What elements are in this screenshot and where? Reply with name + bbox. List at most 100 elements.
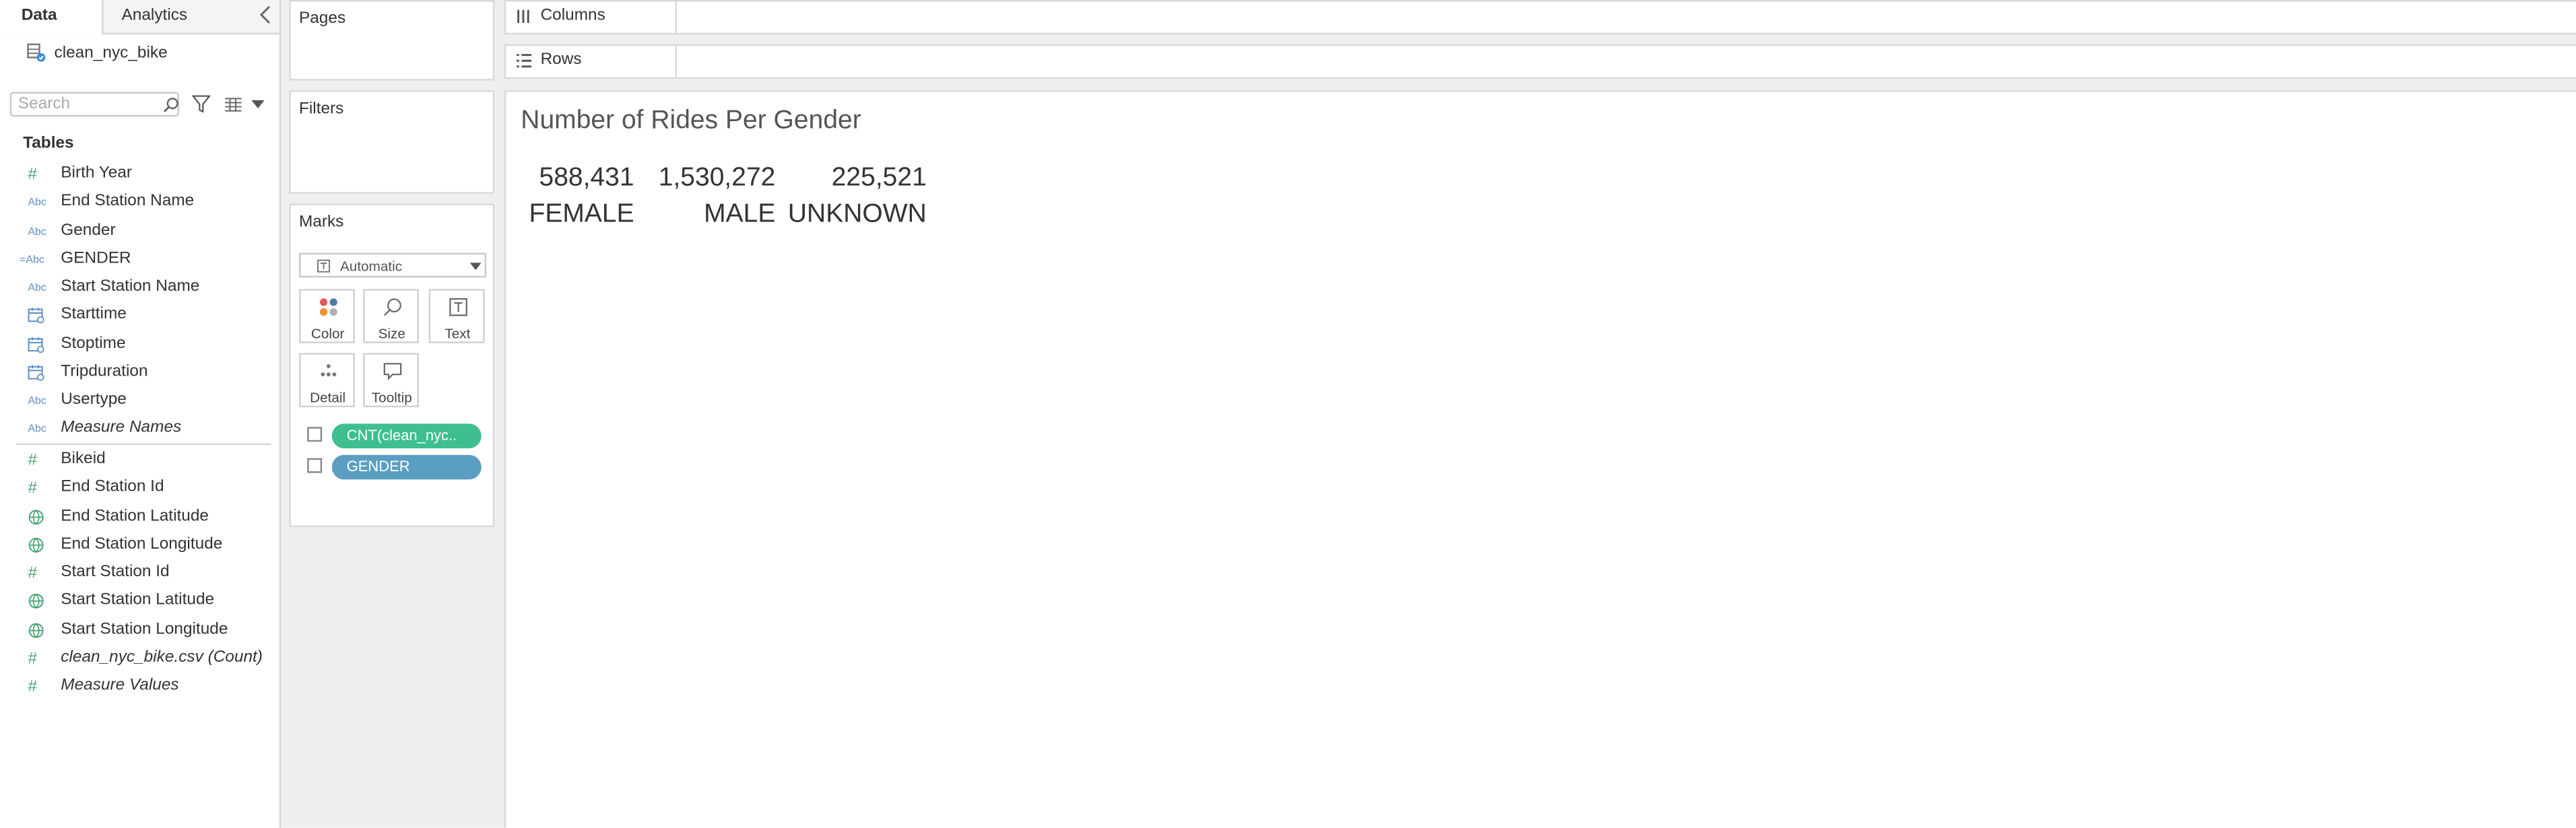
number-icon: #	[28, 166, 38, 184]
field-end-station-id[interactable]: # End Station Id	[0, 475, 271, 503]
field-label: Measure Values	[61, 677, 179, 695]
marks-card-title: Marks	[298, 213, 344, 232]
search-box[interactable]	[9, 92, 179, 117]
value-female[interactable]: 588,431	[529, 164, 634, 194]
data-pane: Data Analytics clean_nyc_bike Tables # Bi…	[0, 0, 282, 828]
color-button[interactable]: Color	[298, 289, 355, 343]
text-icon	[449, 298, 467, 316]
field-clean-nyc-bike-csv-count[interactable]: # clean_nyc_bike.csv (Count)	[0, 645, 271, 672]
calendar-icon	[28, 308, 47, 326]
field-label: End Station Longitude	[61, 534, 223, 553]
field-gender[interactable]: Abc Gender	[0, 217, 271, 245]
field-start-station-longitude[interactable]: Start Station Longitude	[0, 617, 271, 644]
filter-icon[interactable]	[192, 95, 211, 113]
calendar-icon	[28, 364, 47, 382]
string-icon: Abc	[28, 395, 46, 407]
rows-shelf-label-box: Rows	[506, 46, 678, 77]
field-end-station-longitude[interactable]: End Station Longitude	[0, 532, 271, 559]
tooltip-button-label: Tooltip	[371, 389, 412, 406]
search-input[interactable]	[18, 95, 150, 114]
text-button[interactable]: Text	[428, 289, 485, 343]
field-label: Start Station Name	[61, 277, 200, 296]
mark-type-label: Automatic	[339, 257, 403, 275]
field-end-station-latitude[interactable]: End Station Latitude	[0, 504, 271, 531]
field-start-station-name[interactable]: Abc Start Station Name	[0, 274, 271, 302]
color-button-label: Color	[310, 325, 345, 342]
field-label: Start Station Id	[61, 563, 170, 582]
field-start-station-latitude[interactable]: Start Station Latitude	[0, 588, 271, 616]
sheet-title: Number of Rides Per Gender	[521, 106, 861, 135]
field-starttime[interactable]: Starttime	[0, 302, 271, 330]
globe-icon	[28, 537, 47, 555]
field-usertype[interactable]: Abc Usertype	[0, 388, 271, 415]
tooltip-icon	[383, 363, 402, 380]
value-unknown[interactable]: 225,521	[785, 164, 927, 194]
dimension-pill[interactable]: GENDER	[331, 454, 482, 480]
size-icon	[384, 298, 401, 316]
view-toggle-icon[interactable]	[224, 97, 243, 113]
field-label: Bikeid	[61, 450, 106, 469]
mark-type-dropdown[interactable]: Automatic	[298, 252, 487, 278]
number-icon: #	[28, 479, 38, 498]
field-label: Tripduration	[61, 362, 148, 381]
chevron-down-icon[interactable]	[251, 100, 265, 110]
number-icon: #	[28, 565, 38, 583]
field-birth-year[interactable]: # Birth Year	[0, 161, 271, 188]
globe-icon	[28, 621, 47, 640]
tooltip-button[interactable]: Tooltip	[363, 353, 420, 407]
field-tripduration[interactable]: Tripduration	[0, 359, 271, 387]
filters-card[interactable]: Filters	[289, 90, 495, 194]
field-label: End Station Latitude	[61, 506, 209, 525]
pages-card-title: Pages	[298, 9, 346, 28]
columns-shelf-label: Columns	[540, 6, 605, 25]
string-icon: Abc	[28, 423, 46, 436]
field-label: Gender	[61, 221, 116, 239]
label-female: FEMALE	[529, 200, 634, 229]
field-label: End Station Id	[61, 478, 164, 497]
text-mark-icon	[307, 427, 323, 442]
detail-button-label: Detail	[310, 389, 346, 406]
string-icon: Abc	[28, 197, 46, 209]
field-stoptime[interactable]: Stoptime	[0, 331, 271, 359]
measure-pill[interactable]: CNT(clean_nyc..	[331, 423, 482, 448]
detail-button[interactable]: Detail	[298, 353, 355, 407]
field-start-station-id[interactable]: # Start Station Id	[0, 560, 271, 588]
search-icon	[163, 98, 178, 112]
field-label: Start Station Longitude	[61, 619, 228, 638]
field-gender[interactable]: =Abc GENDER	[0, 246, 271, 273]
field-measure-values[interactable]: # Measure Values	[0, 673, 271, 701]
chevron-left-icon[interactable]	[257, 5, 276, 24]
field-label: Stoptime	[61, 334, 126, 353]
number-icon: #	[28, 650, 38, 668]
sheet-view[interactable]: Number of Rides Per Gender 588,431 1,530…	[504, 90, 2576, 828]
field-bikeid[interactable]: # Bikeid	[0, 447, 271, 475]
datasource-icon	[27, 43, 46, 62]
pane-tabs: Data Analytics	[0, 0, 279, 35]
label-male: MALE	[704, 200, 776, 229]
tab-analytics[interactable]: Analytics	[122, 0, 237, 33]
columns-shelf[interactable]: Columns	[504, 0, 2576, 35]
string-icon: Abc	[28, 282, 46, 294]
size-button[interactable]: Size	[363, 289, 420, 343]
field-label: Birth Year	[61, 164, 133, 182]
datasource-label: clean_nyc_bike	[54, 44, 168, 63]
rows-shelf[interactable]: Rows	[504, 44, 2576, 79]
rows-icon	[517, 54, 532, 68]
value-male[interactable]: 1,530,272	[644, 164, 776, 194]
field-end-station-name[interactable]: Abc End Station Name	[0, 189, 271, 217]
field-label: Measure Names	[61, 419, 182, 438]
field-measure-names[interactable]: Abc Measure Names	[0, 416, 271, 444]
marks-card: Marks Automatic Color Size Text Detail T…	[289, 203, 495, 528]
cards-column: Pages Filters Marks Automatic Color Size	[281, 0, 504, 828]
tab-data[interactable]: Data	[0, 0, 104, 35]
divider	[16, 443, 271, 446]
chevron-down-icon	[469, 263, 482, 271]
field-label: Start Station Latitude	[61, 591, 215, 610]
detail-icon	[321, 364, 337, 377]
size-button-label: Size	[378, 325, 405, 342]
label-unknown: UNKNOWN	[787, 200, 927, 229]
field-label: Usertype	[61, 390, 127, 409]
tables-heading: Tables	[23, 135, 74, 153]
pages-card[interactable]: Pages	[289, 0, 495, 81]
calendar-icon	[28, 336, 47, 354]
